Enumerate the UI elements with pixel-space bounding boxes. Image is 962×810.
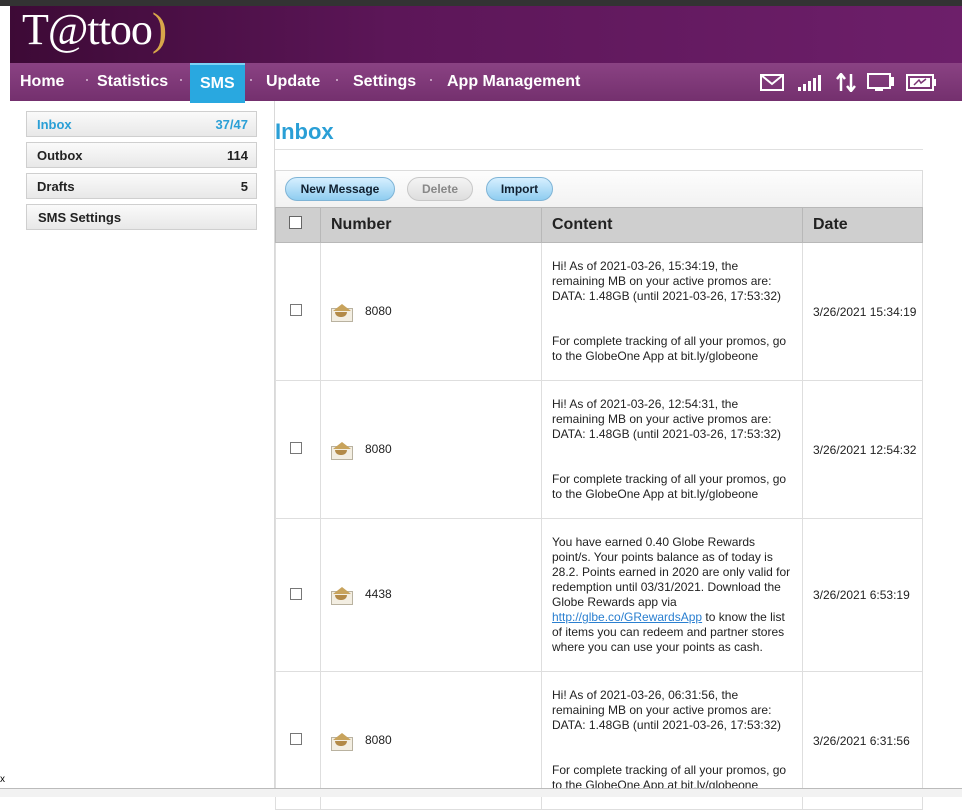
sidebar-item-count: 5 [240,179,248,194]
sender-number: 8080 [365,303,392,318]
battery-icon [906,74,936,91]
brand-logo: T@ttoo) [22,3,167,54]
content-line: Hi! As of 2021-03-26, 06:31:56, the rema… [552,688,772,717]
close-icon[interactable]: x [0,774,5,785]
page-title: Inbox [275,119,334,144]
date-cell: 3/26/2021 12:54:32 [802,380,923,519]
content-cell: Hi! As of 2021-03-26, 15:34:19, the rema… [541,242,803,381]
table-row[interactable]: 8080 Hi! As of 2021-03-26, 12:54:31, the… [275,380,923,519]
main-nav: Home Statistics SMS Update Settings App … [10,63,962,103]
date-cell: 3/26/2021 15:34:19 [802,242,923,381]
header-banner: T@ttoo) [10,3,962,63]
envelope-icon [331,732,353,751]
content-cell: Hi! As of 2021-03-26, 12:54:31, the rema… [541,380,803,519]
nav-separator [250,79,252,81]
sender-number: 8080 [365,441,392,456]
row-checkbox-cell [275,242,321,381]
sender-number: 4438 [365,587,392,602]
table-row[interactable]: 4438 You have earned 0.40 Globe Rewards … [275,518,923,672]
content-line: DATA: 1.48GB (until 2021-03-26, 17:53:32… [552,289,782,303]
content-line: For complete tracking of all your promos… [552,334,787,363]
table-row[interactable]: 8080 Hi! As of 2021-03-26, 15:34:19, the… [275,242,923,381]
sidebar-item-sms-settings[interactable]: SMS Settings [26,204,257,230]
import-button[interactable]: Import [486,177,553,201]
content-header: Content [541,207,803,243]
content-text: You have earned 0.40 Globe Rewards point… [552,535,791,609]
nav-settings[interactable]: Settings [353,63,416,101]
message-table: Number Content Date 8080 Hi! As of 2021-… [275,207,923,810]
left-edge [0,101,10,796]
nav-separator [430,79,432,81]
sidebar-item-count: 114 [227,148,248,163]
nav-separator [86,79,88,81]
signal-bars-icon [798,75,821,91]
mail-icon[interactable] [760,74,784,91]
select-all-header [275,207,321,243]
content-line: For complete tracking of all your promos… [552,472,787,501]
content-line: DATA: 1.48GB (until 2021-03-26, 17:53:32… [552,427,782,441]
sidebar-item-label: Outbox [37,148,83,163]
number-cell: 8080 [320,380,542,519]
message-toolbar: New Message Delete Import [275,170,923,208]
envelope-icon [331,441,353,460]
envelope-icon [331,587,353,605]
row-checkbox[interactable] [290,442,302,454]
content-line: DATA: 1.48GB (until 2021-03-26, 17:53:32… [552,718,782,732]
delete-button[interactable]: Delete [407,177,473,201]
table-header-row: Number Content Date [275,207,923,243]
content-cell: You have earned 0.40 Globe Rewards point… [541,518,803,672]
row-checkbox[interactable] [290,304,302,316]
content-line: Hi! As of 2021-03-26, 15:34:19, the rema… [552,259,772,288]
monitor-icon [867,73,894,91]
nav-home[interactable]: Home [20,63,64,101]
nav-sms[interactable]: SMS [190,63,245,103]
row-checkbox[interactable] [290,587,302,600]
sidebar-item-inbox[interactable]: Inbox 37/47 [26,111,257,137]
nav-statistics[interactable]: Statistics [97,63,168,101]
sidebar-item-label: Drafts [37,179,75,194]
sidebar-item-drafts[interactable]: Drafts 5 [26,173,257,199]
nav-update[interactable]: Update [266,63,320,101]
envelope-icon [331,303,353,322]
sidebar-item-outbox[interactable]: Outbox 114 [26,142,257,168]
nav-separator [336,79,338,81]
number-cell: 8080 [320,242,542,381]
nav-separator [180,79,182,81]
data-transfer-icon [836,73,856,92]
rewards-app-link[interactable]: http://glbe.co/GRewardsApp [552,610,702,624]
date-cell: 3/26/2021 6:53:19 [802,518,923,672]
row-checkbox-cell [275,518,321,672]
number-header: Number [320,207,542,243]
nav-app-management[interactable]: App Management [447,63,580,101]
row-checkbox[interactable] [290,733,302,745]
number-cell: 4438 [320,518,542,672]
row-checkbox-cell [275,380,321,519]
title-rule [275,149,923,150]
content-line: Hi! As of 2021-03-26, 12:54:31, the rema… [552,397,772,426]
sidebar-item-count: 37/47 [215,117,248,132]
sender-number: 8080 [365,732,392,747]
sidebar-item-label: Inbox [37,117,72,132]
sidebar-item-label: SMS Settings [38,210,122,225]
new-message-button[interactable]: New Message [285,177,395,201]
date-header: Date [802,207,923,243]
select-all-checkbox[interactable] [289,216,302,229]
